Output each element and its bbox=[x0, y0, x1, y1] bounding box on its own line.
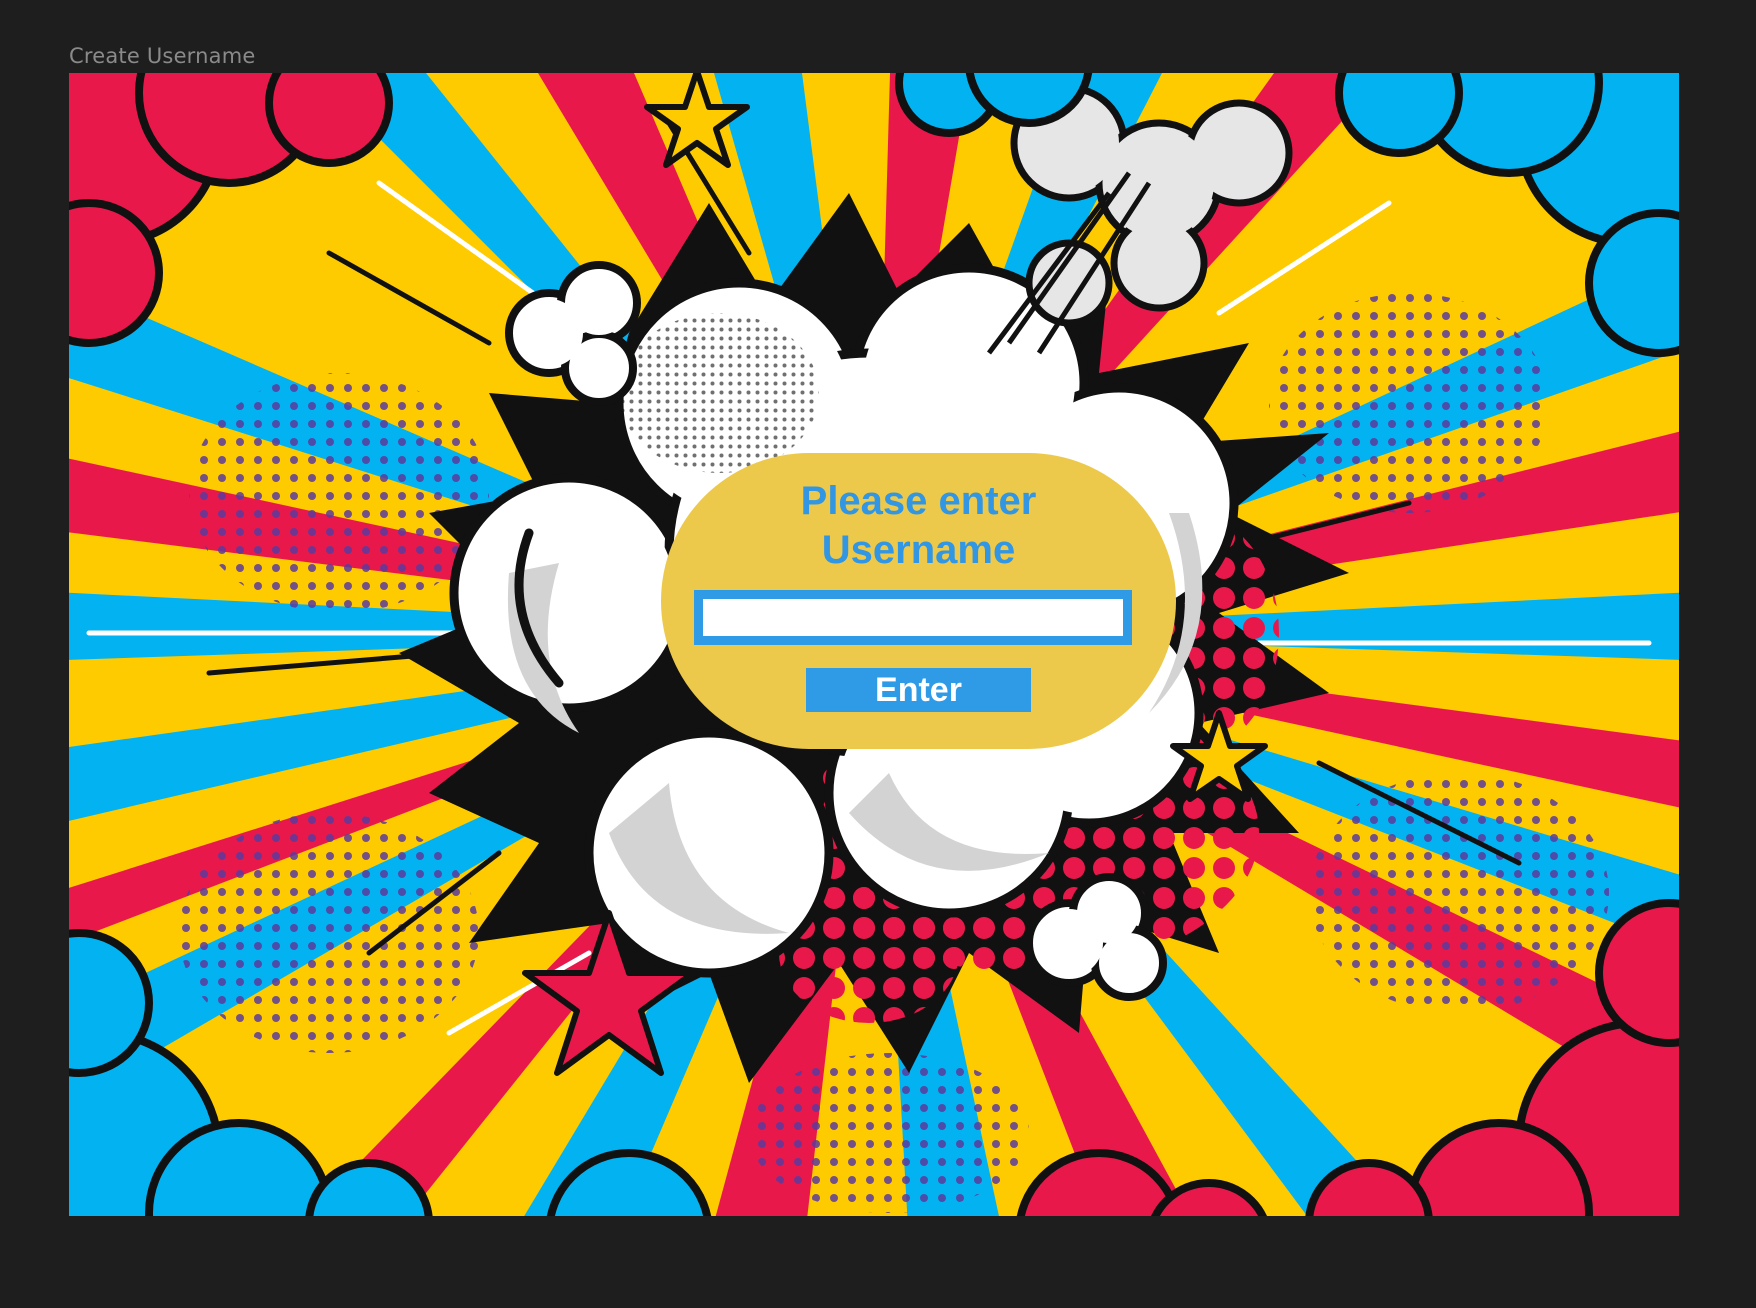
dialog-title: Please enter Username bbox=[800, 479, 1037, 572]
username-input[interactable] bbox=[694, 590, 1132, 645]
frame-label: Create Username bbox=[69, 44, 256, 68]
enter-button[interactable]: Enter bbox=[806, 668, 1031, 712]
create-username-frame: Please enter Username Enter bbox=[69, 73, 1679, 1216]
username-dialog: Please enter Username Enter bbox=[661, 453, 1176, 749]
